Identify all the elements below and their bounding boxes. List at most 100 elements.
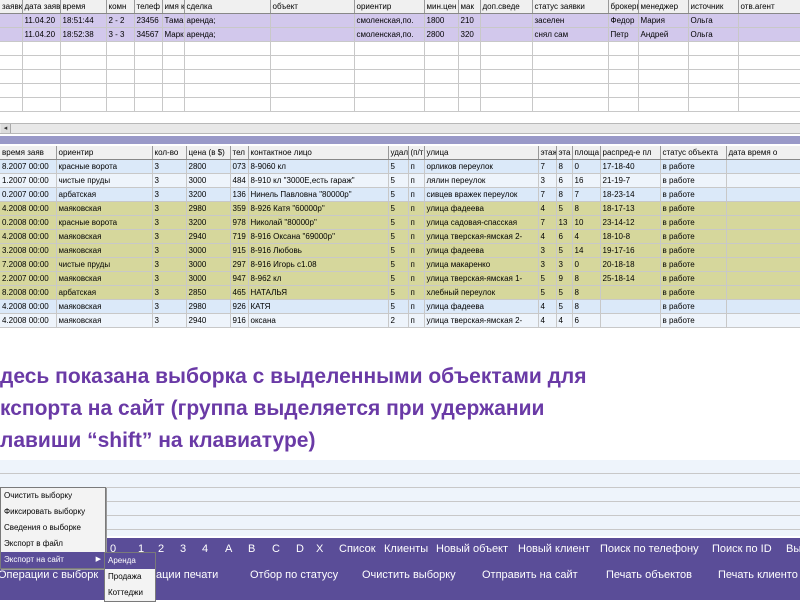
table-header[interactable]: заявкидата заяввремякомнтелефимя ксделка… bbox=[0, 0, 800, 14]
table-row-cell: в работе bbox=[660, 257, 727, 272]
table-row[interactable]: 0.2007 00:00 арбатская 3 3200 136 Нинель Павл… bbox=[0, 187, 800, 202]
table-row[interactable]: 11.04.20 18:51:44 2 - 2 23456 Тама аренда; смо… bbox=[0, 13, 800, 28]
submenu-item-cottages[interactable]: Коттеджи bbox=[105, 585, 155, 601]
table-row-cell: 2940 bbox=[186, 229, 231, 244]
nav-button[interactable]: Новый клиент bbox=[518, 543, 590, 555]
empty-cell bbox=[270, 97, 355, 112]
empty-cell bbox=[106, 41, 135, 56]
nav-button[interactable]: Список bbox=[339, 543, 376, 555]
table-row-cell: 2.2007 00:00 bbox=[0, 271, 57, 286]
nav-button[interactable]: 4 bbox=[202, 543, 208, 555]
nav-button[interactable]: X bbox=[316, 543, 323, 555]
table-row[interactable]: 7.2008 00:00 чистые пруды 3 3000 297 8-916 Иг… bbox=[0, 257, 800, 272]
nav-button[interactable]: 3 bbox=[180, 543, 186, 555]
table-row-cell: 3 - 3 bbox=[106, 27, 135, 42]
table-row-cell: 3.2008 00:00 bbox=[0, 243, 57, 258]
table-row[interactable]: 3.2008 00:00 маяковская 3 3000 915 8-916 Любо… bbox=[0, 243, 800, 258]
nav-button[interactable]: Новый объект bbox=[436, 543, 508, 555]
table-row-cell: сивцев вражек переулок bbox=[424, 187, 539, 202]
table-row-cell: 3 bbox=[538, 257, 557, 272]
table-row-cell: 073 bbox=[230, 159, 249, 174]
nav-button[interactable]: Печать клиенто bbox=[718, 569, 798, 581]
table-row-cell: 3200 bbox=[186, 215, 231, 230]
menu-item-fix-selection[interactable]: Фиксировать выборку bbox=[1, 504, 105, 520]
context-menu: Очистить выборку Фиксировать выборку Све… bbox=[0, 487, 106, 569]
table-row-cell: 6 bbox=[556, 173, 573, 188]
empty-cell bbox=[688, 69, 739, 84]
table-row-cell: 8 bbox=[572, 201, 601, 216]
submenu-item-sale[interactable]: Продажа bbox=[105, 569, 155, 585]
empty-cell bbox=[532, 83, 609, 98]
empty-cell bbox=[60, 69, 107, 84]
table-row-cell: 13 bbox=[556, 215, 573, 230]
nav-button[interactable]: Очистить выборку bbox=[362, 569, 456, 581]
empty-cell bbox=[532, 97, 609, 112]
table-row-cell: 3 bbox=[152, 257, 187, 272]
menu-item-export-file[interactable]: Экспорт в файл bbox=[1, 536, 105, 552]
menu-item-selection-info[interactable]: Сведения о выборке bbox=[1, 520, 105, 536]
table-header-cell: эта bbox=[556, 146, 573, 160]
nav-button[interactable]: Поиск по телефону bbox=[600, 543, 699, 555]
empty-cell bbox=[162, 69, 185, 84]
nav-button[interactable]: A bbox=[225, 543, 232, 555]
scroll-left-arrow-icon[interactable]: ◂ bbox=[1, 124, 11, 133]
table-row[interactable]: 2.2007 00:00 маяковская 3 3000 947 8-962 кл 5 п… bbox=[0, 271, 800, 286]
empty-cell bbox=[162, 97, 185, 112]
empty-cell bbox=[638, 97, 689, 112]
table-header-cell: удал bbox=[388, 146, 409, 160]
table-row[interactable]: 4.2008 00:00 маяковская 3 2980 926 КАТЯ 5 п улиц… bbox=[0, 299, 800, 314]
table-row-cell: арбатская bbox=[56, 285, 153, 300]
table-header-cell: статус заявки bbox=[532, 0, 609, 14]
nav-button[interactable]: Поиск по ID bbox=[712, 543, 772, 555]
table-row[interactable]: 11.04.20 18:52:38 3 - 3 34567 Марк аренда; смо… bbox=[0, 27, 800, 42]
table-row[interactable]: 8.2007 00:00 красные ворота 3 2800 073 8-9060… bbox=[0, 159, 800, 174]
table-row[interactable]: 0.2008 00:00 красные ворота 3 3200 978 Никола… bbox=[0, 215, 800, 230]
nav-button[interactable]: Операции с выборк bbox=[0, 569, 98, 581]
nav-button[interactable]: Клиенты bbox=[384, 543, 428, 555]
table-row-cell bbox=[270, 13, 355, 28]
table-row-cell bbox=[0, 13, 23, 28]
empty-cell bbox=[608, 97, 639, 112]
menu-item-clear-selection[interactable]: Очистить выборку bbox=[1, 488, 105, 504]
empty-cell bbox=[480, 41, 533, 56]
table-row-cell: улица макаренко bbox=[424, 257, 539, 272]
table-header-cell: имя к bbox=[162, 0, 185, 14]
table-row-cell bbox=[726, 173, 800, 188]
table-row-cell: п bbox=[408, 187, 425, 202]
empty-grid-area bbox=[0, 460, 800, 536]
nav-button[interactable]: D bbox=[296, 543, 304, 555]
nav-button[interactable]: C bbox=[272, 543, 280, 555]
table-row-cell bbox=[726, 159, 800, 174]
nav-button[interactable]: B bbox=[248, 543, 255, 555]
table-row-cell: в работе bbox=[660, 299, 727, 314]
nav-button[interactable]: 2 bbox=[158, 543, 164, 555]
table-row[interactable]: 4.2008 00:00 маяковская 3 2980 359 8-926 Катя… bbox=[0, 201, 800, 216]
table-row-cell bbox=[600, 285, 661, 300]
nav-button[interactable]: Отбор по статусу bbox=[250, 569, 338, 581]
table-row[interactable]: 1.2007 00:00 чистые пруды 3 3000 484 8-910 кл… bbox=[0, 173, 800, 188]
nav-button[interactable]: Печать объектов bbox=[606, 569, 692, 581]
empty-cell bbox=[0, 69, 23, 84]
empty-cell bbox=[60, 83, 107, 98]
top-requests-table: заявкидата заяввремякомнтелефимя ксделка… bbox=[0, 0, 800, 112]
empty-cell bbox=[162, 83, 185, 98]
table-row-cell: Марк bbox=[162, 27, 185, 42]
nav-button[interactable]: Вы bbox=[786, 543, 800, 555]
table-row[interactable]: 8.2008 00:00 арбатская 3 2850 465 НАТАЛЬЯ 5 п хл… bbox=[0, 285, 800, 300]
table-row-cell: 18-10-8 bbox=[600, 229, 661, 244]
table-row-cell: улица тверская-ямская 2- bbox=[424, 313, 539, 328]
table-header[interactable]: время заяв ориентир кол-во цена (в $) тел кон… bbox=[0, 146, 800, 160]
empty-cell bbox=[458, 69, 481, 84]
table-row-cell: 3000 bbox=[186, 173, 231, 188]
empty-cell bbox=[0, 83, 23, 98]
nav-button[interactable]: ации печати bbox=[156, 569, 218, 581]
nav-button[interactable]: Отправить на сайт bbox=[482, 569, 578, 581]
table-row[interactable]: 4.2008 00:00 маяковская 3 2940 719 8-916 Окса… bbox=[0, 229, 800, 244]
table-row[interactable]: 4.2008 00:00 маяковская 3 2940 916 оксана 2 п ул… bbox=[0, 313, 800, 328]
empty-cell bbox=[184, 83, 271, 98]
submenu-item-rent[interactable]: Аренда bbox=[105, 553, 155, 569]
table-row-cell: 5 bbox=[388, 229, 409, 244]
menu-item-export-site[interactable]: Экспорт на сайт ▶ bbox=[1, 552, 105, 568]
table-header-cell: менеджер bbox=[638, 0, 689, 14]
horizontal-scrollbar[interactable]: ◂ bbox=[0, 123, 800, 134]
